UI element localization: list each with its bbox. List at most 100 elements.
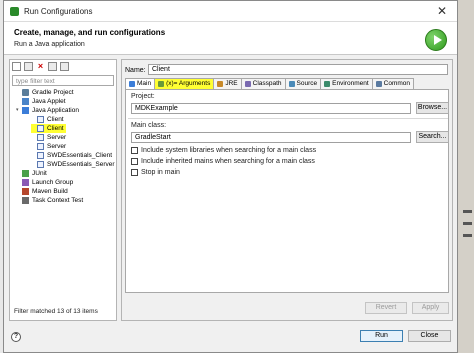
background-mark (463, 222, 472, 225)
tree-item-label: Task Context Test (32, 197, 84, 204)
tree-item[interactable]: Maven Build (16, 187, 68, 196)
tree-item-label: Gradle Project (32, 89, 74, 96)
cfg-icon (37, 116, 44, 123)
duplicate-icon[interactable] (24, 62, 33, 71)
tab-label: Main (137, 80, 152, 87)
window-title: Run Configurations (24, 7, 93, 16)
tree-item-label: Client (47, 116, 64, 123)
tab-icon (129, 81, 135, 87)
project-field[interactable]: MDKExample (131, 103, 411, 114)
cfg-icon (37, 161, 44, 168)
cfg-icon (37, 143, 44, 150)
main-class-field[interactable]: GradleStart (131, 132, 411, 143)
collapse-all-icon[interactable] (48, 62, 57, 71)
tab-icon (217, 81, 224, 87)
tree-item[interactable]: JUnit (16, 169, 47, 178)
tree-item-label: SWDEssentials_Client (47, 152, 113, 159)
name-field[interactable]: Client (148, 64, 448, 75)
browse-button[interactable]: Browse... (416, 102, 449, 114)
java-icon (22, 107, 29, 114)
search-button[interactable]: Search... (416, 131, 449, 143)
run-configurations-dialog: Run Configurations ✕ Create, manage, and… (3, 0, 458, 353)
tree-item[interactable]: ▾ Java Application (16, 106, 79, 115)
configuration-tree-pane: × type filter text Gradle Project Java Ap… (9, 59, 117, 321)
tab-xarguments[interactable]: (x)= Arguments (154, 78, 215, 89)
divider (128, 118, 448, 119)
title-bar: Run Configurations ✕ (4, 1, 457, 22)
tree-item-label: JUnit (32, 170, 47, 177)
gradle-icon (22, 89, 29, 96)
tab-icon (375, 81, 382, 87)
maven-icon (22, 188, 29, 195)
tree-item-label: Maven Build (32, 188, 68, 195)
tab-environment[interactable]: Environment (320, 78, 373, 89)
junit-icon (22, 170, 29, 177)
run-banner-icon (425, 29, 447, 51)
close-icon[interactable]: ✕ (437, 4, 447, 18)
tab-label: Environment (332, 80, 369, 87)
tab-common[interactable]: Common (371, 78, 415, 89)
tree-item[interactable]: SWDEssentials_Server (31, 160, 115, 169)
tab-icon (158, 81, 165, 87)
tab-label: (x)= Arguments (166, 80, 211, 87)
tree-item[interactable]: Client (31, 124, 66, 133)
tree-item-label: Server (47, 143, 67, 150)
tab-classpath[interactable]: Classpath (240, 78, 286, 89)
name-label: Name: (125, 67, 146, 74)
help-icon[interactable]: ? (11, 332, 21, 342)
tab-jre[interactable]: JRE (213, 78, 242, 89)
tab-label: Classpath (252, 80, 282, 87)
tree-item-label: Launch Group (32, 179, 74, 186)
tree-item[interactable]: Server (31, 142, 66, 151)
new-configuration-icon[interactable] (12, 62, 21, 71)
banner-title: Create, manage, and run configurations (14, 28, 166, 37)
tree-item[interactable]: Java Applet (16, 97, 66, 106)
tree-item[interactable]: Server (31, 133, 66, 142)
tree-item[interactable]: Task Context Test (16, 196, 83, 205)
tab-icon (324, 81, 331, 87)
checkbox-label: Stop in main (141, 169, 180, 176)
filter-menu-icon[interactable] (60, 62, 69, 71)
tree-item-label: Server (47, 134, 67, 141)
project-label: Project: (131, 93, 155, 100)
checkbox-label: Include system libraries when searching … (141, 147, 317, 154)
background-mark (463, 234, 472, 237)
include-inherited-mains-checkbox[interactable]: Include inherited mains when searching f… (131, 157, 315, 166)
filter-status: Filter matched 13 of 13 items (14, 308, 98, 315)
applet-icon (22, 98, 29, 105)
tab-label: Common (383, 80, 411, 87)
cfg-icon (37, 125, 44, 132)
stop-in-main-checkbox[interactable]: Stop in main (131, 168, 180, 177)
revert-button[interactable]: Revert (365, 302, 407, 314)
close-button[interactable]: Close (408, 330, 451, 342)
tree-item-label: Java Applet (32, 98, 66, 105)
checkbox-label: Include inherited mains when searching f… (141, 158, 315, 165)
cfg-icon (37, 152, 44, 159)
tree-item-label: Client (47, 125, 64, 132)
app-icon (10, 7, 19, 16)
task-icon (22, 197, 29, 204)
tab-source[interactable]: Source (284, 78, 322, 89)
tree-item[interactable]: Launch Group (16, 178, 73, 187)
include-system-libraries-checkbox[interactable]: Include system libraries when searching … (131, 146, 316, 155)
tree-item[interactable]: Client (31, 115, 64, 124)
launch-icon (22, 179, 29, 186)
tree-item[interactable]: SWDEssentials_Client (31, 151, 112, 160)
tab-main[interactable]: Main (125, 78, 156, 89)
tree-item-label: Java Application (32, 107, 79, 114)
tab-icon (244, 81, 251, 87)
tab-label: JRE (225, 80, 238, 87)
tab-label: Source (296, 80, 318, 87)
run-button[interactable]: Run (360, 330, 403, 342)
banner-subtitle: Run a Java application (14, 41, 85, 48)
apply-button[interactable]: Apply (412, 302, 449, 314)
filter-input[interactable]: type filter text (12, 75, 114, 86)
cfg-icon (37, 134, 44, 141)
tab-icon (288, 81, 295, 87)
main-class-label: Main class: (131, 122, 167, 129)
delete-icon[interactable]: × (36, 62, 45, 71)
header-banner: Create, manage, and run configurations R… (4, 22, 457, 55)
background-mark (463, 210, 472, 213)
tree-toolbar: × (12, 62, 69, 73)
tree-item[interactable]: Gradle Project (16, 88, 74, 97)
